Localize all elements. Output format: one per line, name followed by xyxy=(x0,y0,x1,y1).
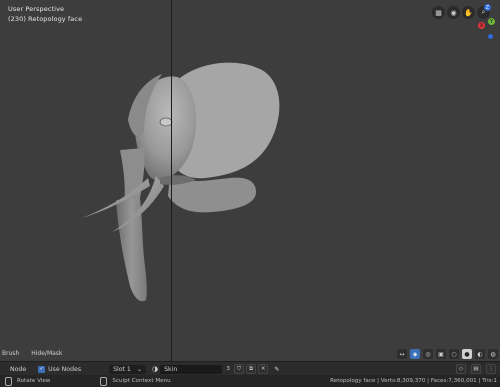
duplicate-icon[interactable]: ⧉ xyxy=(246,364,257,374)
transform-icon[interactable]: ↔ xyxy=(397,349,407,359)
wireframe-shading-icon[interactable]: ○ xyxy=(449,349,459,359)
node-menu[interactable]: Node xyxy=(10,366,26,373)
user-count: 3 xyxy=(226,366,230,372)
neg-z-axis-icon[interactable] xyxy=(488,34,493,39)
overlay-icon[interactable]: ◎ xyxy=(423,349,433,359)
rendered-shading-icon[interactable]: ◍ xyxy=(488,349,498,359)
trunk-mesh xyxy=(116,198,147,302)
scene-statistics: Retopology face | Verts:8,309,370 | Face… xyxy=(330,378,497,384)
object-info-label: (230) Retopology face xyxy=(8,15,83,23)
material-name-field[interactable]: Skin xyxy=(160,364,223,374)
gizmo-toggle-icon[interactable]: ◈ xyxy=(410,349,420,359)
z-axis-icon[interactable]: Z xyxy=(484,4,491,11)
pin-icon[interactable]: ✎ xyxy=(274,366,279,373)
view-options-icon[interactable]: ⋮ xyxy=(486,364,496,374)
mouse-right-icon xyxy=(100,376,108,386)
view-name-label: User Perspective xyxy=(8,5,65,13)
3d-viewport[interactable]: User Perspective (230) Retopology face ▦… xyxy=(0,0,500,361)
status-left-text: Rotate View xyxy=(17,378,51,384)
annotation-line xyxy=(171,0,172,361)
unlink-icon[interactable]: ✕ xyxy=(258,364,269,374)
chevron-down-icon: ⌄ xyxy=(136,365,143,373)
xray-icon[interactable]: ▣ xyxy=(436,349,446,359)
hide-mask-menu[interactable]: Hide/Mask xyxy=(31,350,62,357)
slot-dropdown[interactable]: Slot 1 ⌄ xyxy=(109,364,147,374)
mouse-icon xyxy=(5,376,12,386)
brush-menu[interactable]: Brush xyxy=(2,350,19,357)
material-sphere-icon[interactable]: ◑ xyxy=(152,365,158,373)
x-axis-icon[interactable]: X xyxy=(478,22,485,29)
solid-shading-icon[interactable]: ● xyxy=(462,349,472,359)
hand-icon[interactable]: ✋ xyxy=(462,6,475,19)
snap-icon[interactable]: ◇ xyxy=(456,364,466,374)
elephant-sculpt-model xyxy=(82,62,280,302)
status-middle-text: Sculpt Context Menu xyxy=(112,378,171,384)
material-shading-icon[interactable]: ◐ xyxy=(475,349,485,359)
y-axis-icon[interactable]: Y xyxy=(488,18,495,25)
use-nodes-label: Use Nodes xyxy=(48,365,82,373)
navigation-gizmo[interactable]: ▦ ◉ ✋ ⌕ Z Y X xyxy=(432,2,495,52)
backdrop-icon[interactable]: ▤ xyxy=(471,364,481,374)
status-bar: Rotate View Sculpt Context Menu Retopolo… xyxy=(0,375,500,387)
use-nodes-toggle[interactable]: ✓ Use Nodes xyxy=(38,365,82,373)
tool-labels: Brush Hide/Mask xyxy=(0,350,70,360)
grid-icon[interactable]: ▦ xyxy=(432,6,445,19)
node-editor-header: Node ✓ Use Nodes Slot 1 ⌄ ◑ Skin 3 ⛉ ⧉ ✕… xyxy=(0,361,500,376)
slot-value: Slot 1 xyxy=(113,365,131,373)
checkbox-icon[interactable]: ✓ xyxy=(38,365,46,373)
fake-user-icon[interactable]: ⛉ xyxy=(234,364,245,374)
viewport-shading-tools: ↔ ◈ ◎ ▣ ○ ● ◐ ◍ xyxy=(397,348,498,360)
camera-icon[interactable]: ◉ xyxy=(447,6,460,19)
